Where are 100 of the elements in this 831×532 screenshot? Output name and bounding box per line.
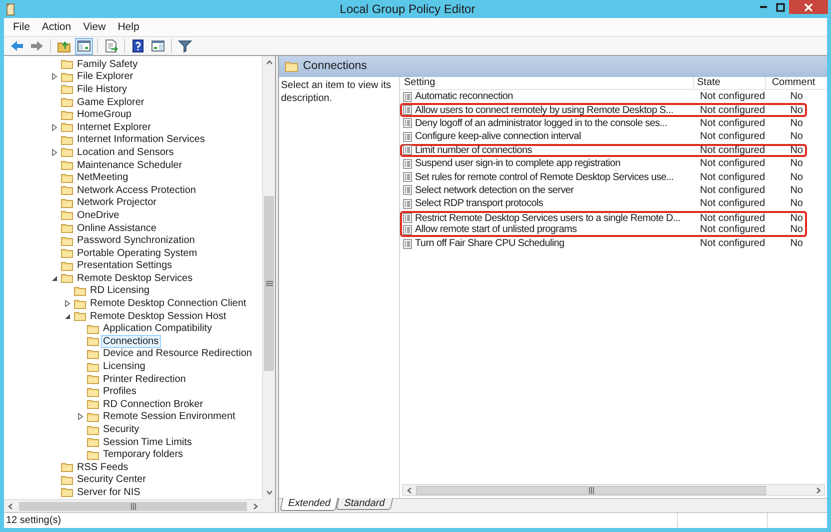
collapse-arrow-icon[interactable] — [64, 312, 70, 320]
tree-item[interactable]: Printer Redirection — [101, 372, 188, 386]
setting-icon — [403, 118, 412, 128]
scroll-right-icon[interactable] — [814, 486, 822, 494]
setting-name[interactable]: Select RDP transport protocols — [415, 198, 544, 210]
expand-arrow-icon[interactable] — [64, 300, 70, 308]
folder-icon — [87, 450, 99, 460]
tree-item[interactable]: Game Explorer — [75, 96, 146, 109]
setting-name[interactable]: Restrict Remote Desktop Services users to a single Remote D... — [415, 212, 680, 224]
tree-item[interactable]: Location and Sensors — [75, 146, 176, 159]
setting-icon — [403, 238, 412, 249]
toolbar-button[interactable] — [75, 38, 93, 54]
scroll-thumb[interactable] — [19, 502, 247, 510]
tree-item[interactable]: Portable Operating System — [75, 246, 200, 260]
tree-item[interactable]: Presentation Settings — [75, 259, 174, 272]
expand-arrow-icon[interactable] — [50, 73, 58, 80]
setting-name[interactable]: Allow users to connect remotely by using Remote Desktop S... — [415, 104, 674, 116]
tab[interactable]: Standard — [336, 498, 394, 510]
vertical-scrollbar[interactable] — [262, 56, 275, 499]
column-header[interactable]: Comment — [765, 77, 821, 89]
panel-title: Connections — [303, 58, 367, 74]
menu-item[interactable]: Help — [112, 20, 144, 34]
setting-name[interactable]: Allow remote start of unlisted programs — [415, 224, 577, 236]
tree-item[interactable]: Remote Desktop Session Host — [88, 310, 228, 323]
setting-icon — [403, 132, 412, 142]
setting-name[interactable]: Configure keep-alive connection interval — [415, 131, 581, 142]
tree-item[interactable]: Remote Desktop Services — [75, 272, 195, 285]
toolbar-button[interactable] — [176, 38, 194, 54]
tree-item[interactable]: HomeGroup — [75, 108, 134, 122]
tree-item[interactable]: Temporary folders — [101, 448, 186, 462]
setting-name[interactable]: Turn off Fair Share CPU Scheduling — [415, 238, 564, 250]
tree-item[interactable]: Family Safety — [75, 58, 140, 71]
expand-arrow-icon[interactable] — [50, 124, 58, 131]
folder-icon — [61, 72, 73, 82]
setting-name[interactable]: Limit number of connections — [415, 144, 532, 156]
setting-icon — [403, 172, 412, 182]
scroll-down-icon[interactable] — [266, 489, 272, 496]
tree-item[interactable]: Session Time Limits — [101, 436, 194, 449]
horizontal-scrollbar[interactable] — [4, 499, 262, 512]
tree-item[interactable]: Connections — [101, 334, 161, 348]
tab[interactable]: Extended — [280, 498, 339, 511]
tree-item[interactable]: RD Connection Broker — [101, 398, 206, 411]
setting-icon — [403, 213, 412, 224]
tree-item[interactable]: Network Projector — [75, 196, 158, 210]
column-header[interactable]: State — [693, 77, 765, 89]
scroll-left-icon[interactable] — [7, 502, 14, 510]
tree-item[interactable]: Remote Desktop Connection Client — [88, 297, 248, 310]
tree-item[interactable]: Licensing — [101, 360, 148, 374]
expand-arrow-icon[interactable] — [76, 413, 84, 420]
setting-name[interactable]: Deny logoff of an administrator logged in to the console ses... — [415, 118, 668, 129]
state-text: Not configured — [700, 224, 766, 236]
scroll-right-icon[interactable] — [252, 502, 259, 510]
close-button[interactable] — [789, 0, 828, 14]
setting-name[interactable]: Select network detection on the server — [415, 184, 574, 196]
tree-item[interactable]: Internet Information Services — [75, 133, 207, 146]
tree-item[interactable]: NetMeeting — [75, 171, 130, 184]
forward-arrow-icon — [30, 39, 44, 53]
scroll-thumb[interactable] — [264, 196, 274, 371]
setting-name[interactable]: Suspend user sign-in to complete app registration — [415, 158, 620, 170]
tree-item[interactable]: Remote Session Environment — [101, 410, 238, 424]
folder-icon — [87, 374, 99, 384]
tree-item[interactable]: Profiles — [101, 385, 138, 398]
tree-item[interactable]: Security Center — [75, 473, 148, 486]
scroll-left-icon[interactable] — [406, 486, 412, 494]
tree-item[interactable]: File Explorer — [75, 70, 136, 84]
tree-item[interactable]: RSS Feeds — [75, 460, 130, 474]
scroll-up-icon[interactable] — [266, 59, 272, 66]
tree-item[interactable]: Password Synchronization — [75, 234, 197, 248]
folder-icon — [61, 260, 73, 271]
toolbar-button[interactable] — [149, 38, 167, 54]
column-header[interactable]: Setting — [400, 77, 693, 89]
tree-item[interactable]: File History — [75, 82, 130, 96]
expand-arrow-icon[interactable] — [50, 148, 58, 156]
horizontal-scrollbar[interactable] — [402, 484, 825, 496]
menu-item[interactable]: View — [78, 20, 111, 34]
setting-name[interactable]: Automatic reconnection — [415, 91, 513, 102]
comment-text: No — [790, 104, 803, 116]
tree-item[interactable]: OneDrive — [75, 208, 122, 222]
grip-icon — [130, 502, 136, 510]
comment-text: No — [790, 144, 803, 156]
folder-icon — [61, 84, 73, 94]
tree-item[interactable]: Maintenance Scheduler — [75, 158, 184, 172]
collapse-arrow-icon[interactable] — [50, 274, 58, 282]
tree-item[interactable]: Online Assistance — [75, 222, 158, 235]
comment-text: No — [790, 212, 803, 224]
menu-item[interactable]: File — [8, 20, 35, 34]
filter-icon — [178, 39, 192, 53]
tree-item[interactable]: RD Licensing — [88, 284, 152, 298]
tree-item[interactable]: Application Compatibility — [101, 322, 214, 336]
folder-icon — [87, 324, 99, 334]
menu-item[interactable]: Action — [36, 20, 76, 34]
comment-text: No — [790, 158, 803, 170]
tree-item[interactable]: Internet Explorer — [75, 120, 153, 134]
setting-name[interactable]: Set rules for remote control of Remote Desktop Services use... — [415, 172, 674, 183]
tree-item[interactable]: Security — [101, 423, 142, 436]
tree-item[interactable]: Device and Resource Redirection — [101, 347, 254, 360]
state-text: Not configured — [700, 172, 766, 183]
tree-item[interactable]: Server for NIS — [75, 486, 142, 499]
scroll-thumb[interactable] — [416, 486, 766, 494]
tree-item[interactable]: Network Access Protection — [75, 184, 198, 197]
